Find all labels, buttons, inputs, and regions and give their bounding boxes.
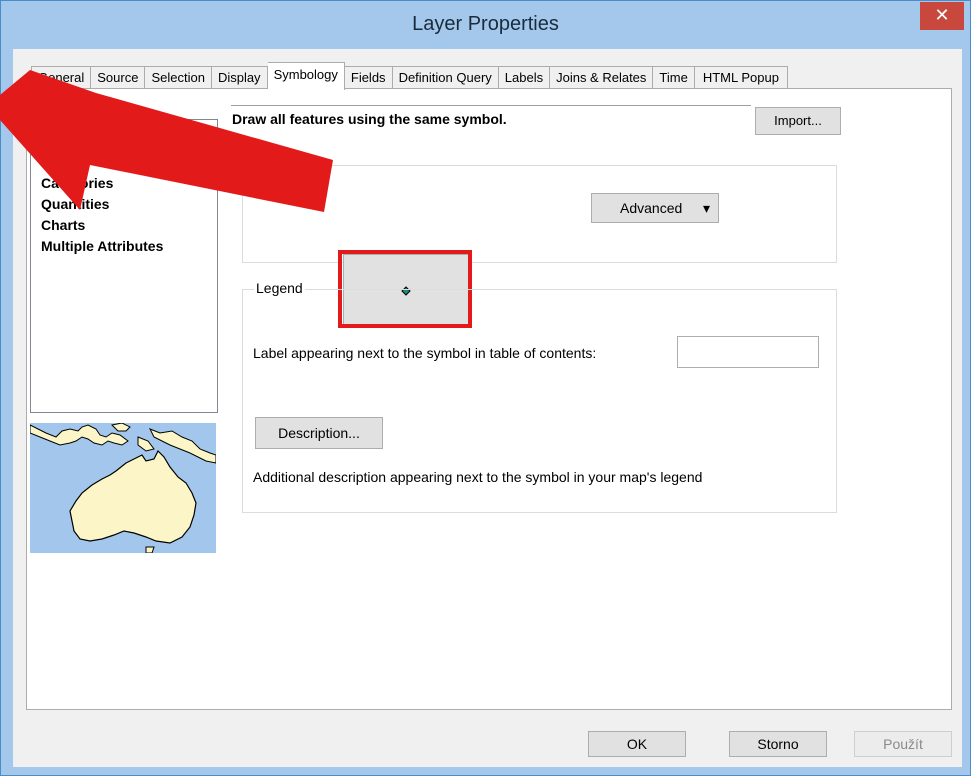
description-button[interactable]: Description...: [255, 417, 383, 449]
list-item-charts[interactable]: Charts: [41, 217, 85, 233]
tab-html-popup[interactable]: HTML Popup: [694, 66, 788, 90]
advanced-button-label: Advanced: [620, 200, 683, 216]
tab-time[interactable]: Time: [653, 66, 695, 90]
dialog-client-area: General Source Selection Display Symbolo…: [13, 49, 962, 767]
description-separator: [231, 105, 751, 106]
symbol-group: Advanced ▾: [242, 165, 837, 328]
window-title: Layer Properties: [412, 13, 559, 35]
list-item-quantities[interactable]: Quantities: [41, 196, 109, 212]
tab-definition-query[interactable]: Definition Query: [392, 66, 499, 90]
legend-group: Legend Label appearing next to the symbo…: [242, 280, 837, 513]
show-renderer-list[interactable]: Categories Quantities Charts Multiple At…: [30, 119, 218, 413]
cancel-button[interactable]: Storno: [729, 731, 827, 757]
ok-button[interactable]: OK: [588, 731, 686, 757]
close-icon: ✕: [934, 5, 950, 25]
list-item-multiple-attributes[interactable]: Multiple Attributes: [41, 238, 163, 254]
tab-selection[interactable]: Selection: [145, 66, 212, 90]
title-bar[interactable]: Layer Properties ✕: [1, 1, 970, 49]
tab-source[interactable]: Source: [91, 66, 146, 90]
legend-group-title: Legend: [254, 280, 305, 296]
tab-strip: General Source Selection Display Symbolo…: [31, 62, 788, 90]
symbology-tab-page: Show: Categories Quantities Charts Multi…: [26, 88, 952, 710]
chevron-down-icon: ▾: [702, 200, 710, 216]
list-item-categories[interactable]: Categories: [41, 175, 113, 191]
tab-labels[interactable]: Labels: [498, 66, 551, 90]
australia-map-image: [30, 423, 216, 553]
show-label: Show:: [29, 91, 66, 106]
tab-display[interactable]: Display: [211, 66, 268, 90]
layer-properties-window: Layer Properties ✕ General Source Select…: [0, 0, 971, 776]
renderer-description: Draw all features using the same symbol.: [232, 111, 507, 127]
apply-button[interactable]: Použít: [854, 731, 952, 757]
advanced-button[interactable]: Advanced ▾: [591, 193, 719, 223]
legend-label-input[interactable]: [677, 336, 819, 368]
tab-general[interactable]: General: [31, 66, 92, 90]
legend-label-prompt: Label appearing next to the symbol in ta…: [253, 345, 597, 361]
tab-fields[interactable]: Fields: [344, 66, 393, 90]
renderer-preview-map: [30, 423, 216, 553]
close-button[interactable]: ✕: [920, 2, 964, 30]
tab-joins-relates[interactable]: Joins & Relates: [550, 66, 654, 90]
legend-description-help: Additional description appearing next to…: [253, 469, 703, 485]
tab-symbology[interactable]: Symbology: [267, 62, 345, 90]
import-button[interactable]: Import...: [755, 107, 841, 135]
